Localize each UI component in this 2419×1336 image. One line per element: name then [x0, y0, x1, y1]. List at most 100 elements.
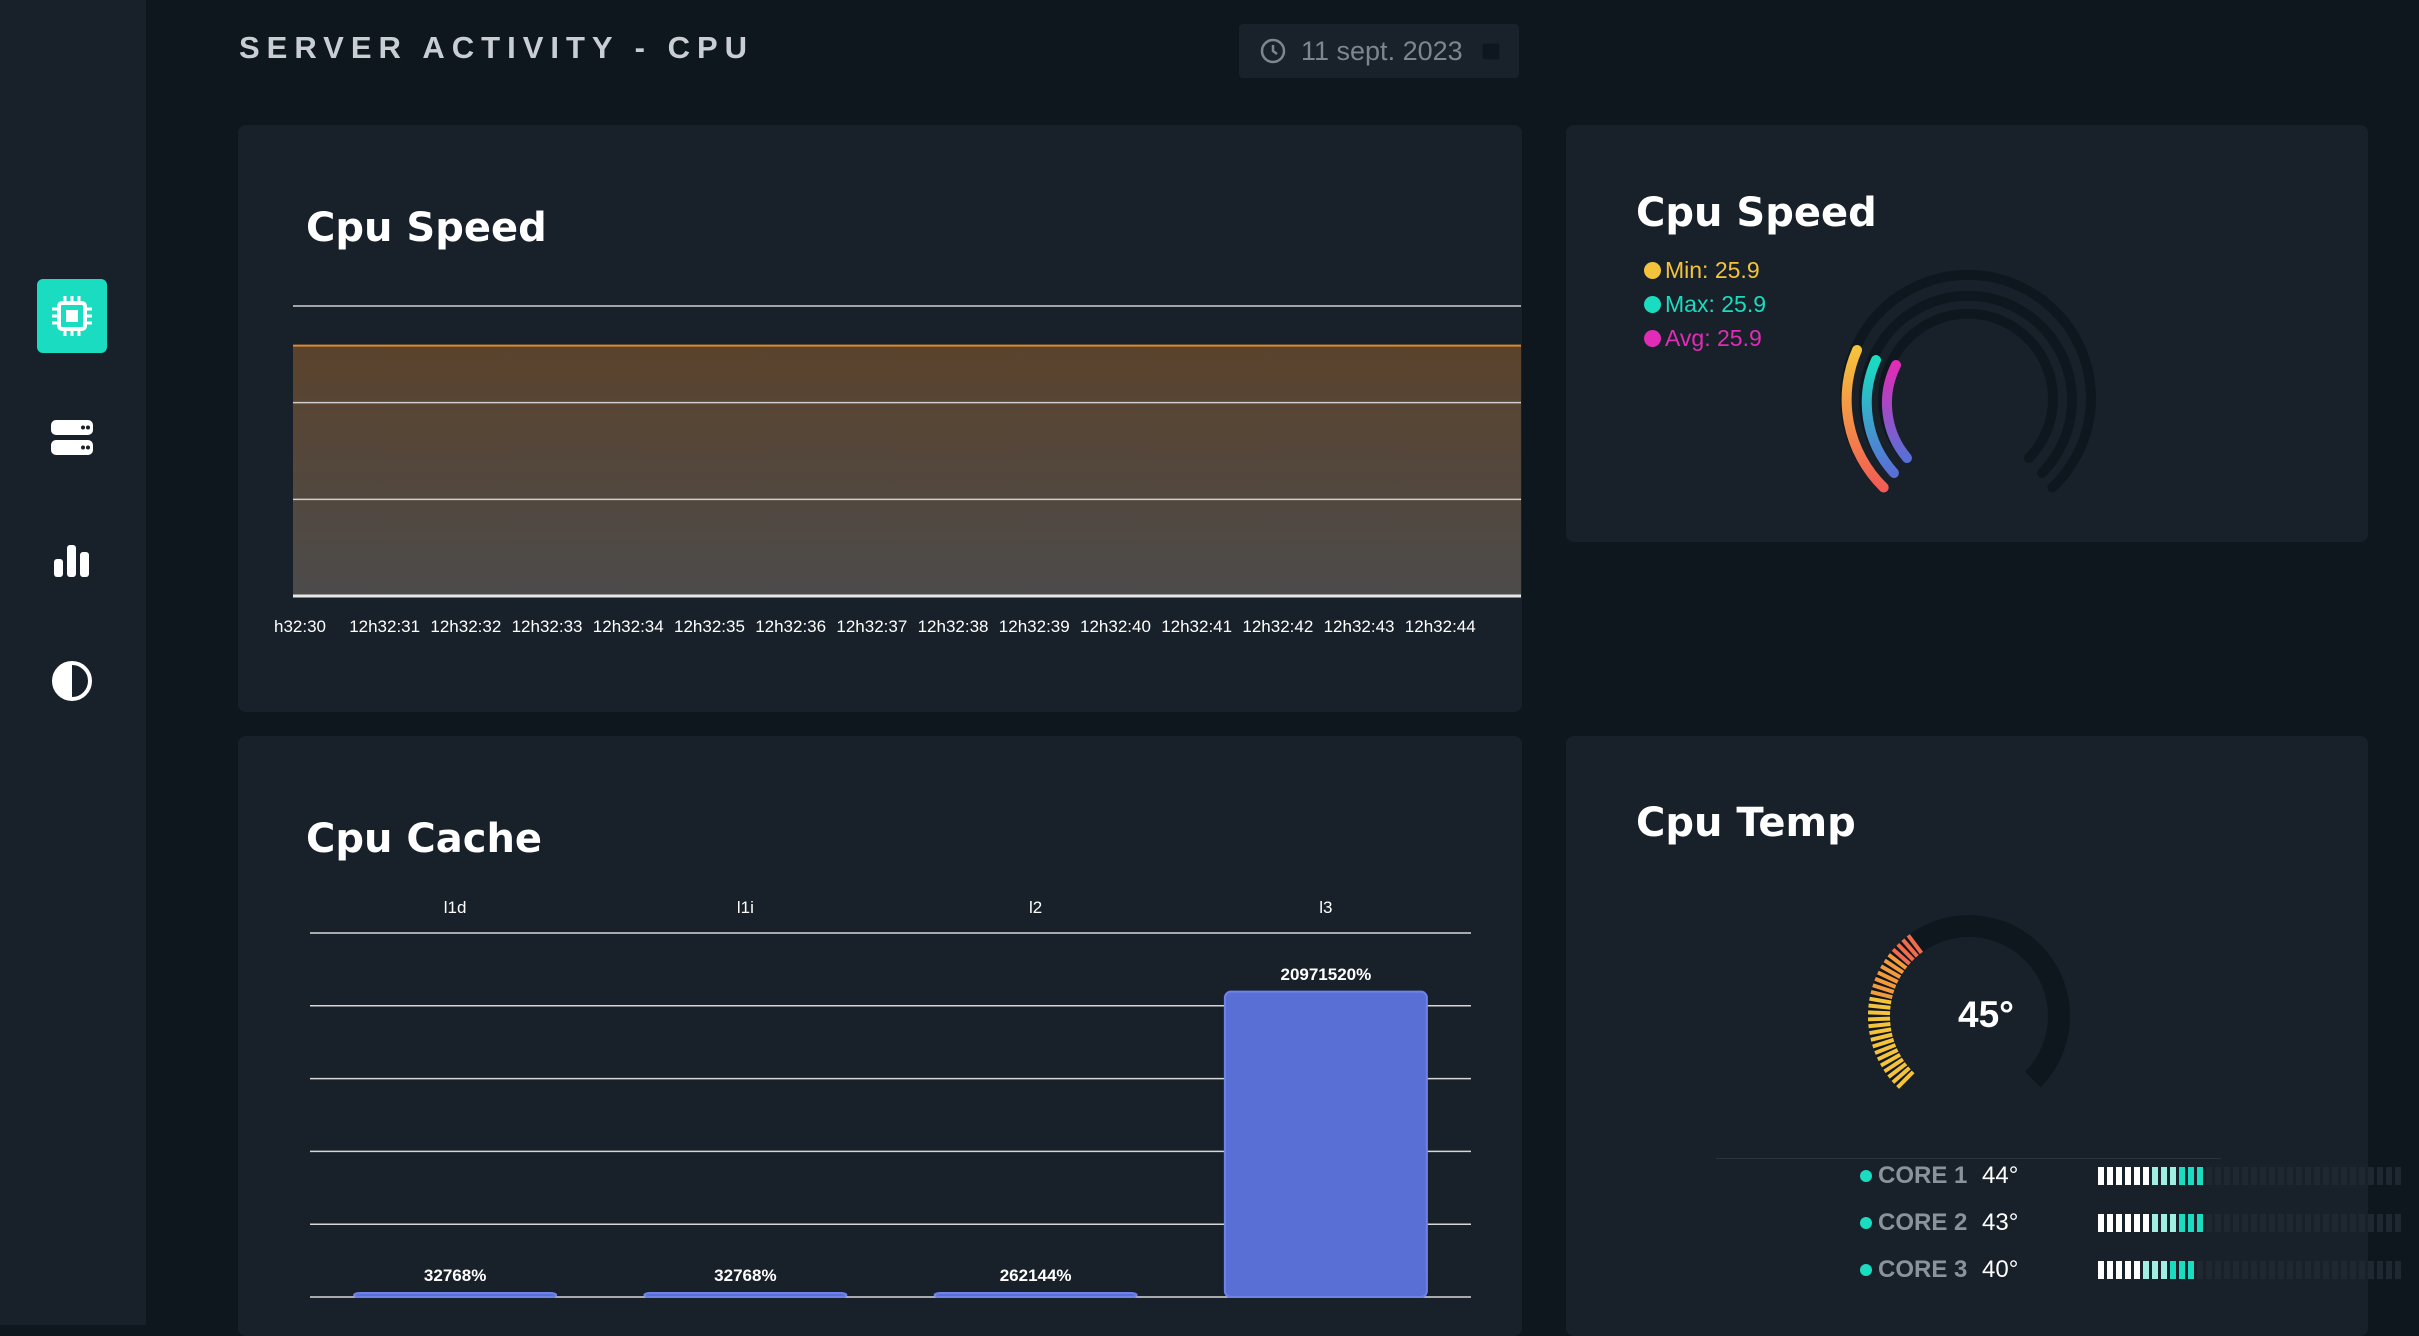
core-level-segment — [2242, 1261, 2248, 1279]
core-status-dot — [1860, 1170, 1872, 1182]
core-level-segment — [2368, 1261, 2374, 1279]
core-level-bar — [2098, 1214, 2401, 1232]
core-name: CORE 1 — [1878, 1162, 1968, 1189]
cpu-temp-gauge — [1867, 915, 2070, 1089]
core-level-segment — [2368, 1214, 2374, 1232]
core-level-segment — [2161, 1214, 2167, 1232]
core-level-segment — [2161, 1261, 2167, 1279]
core-level-segment — [2116, 1167, 2122, 1185]
cpu-cache-chart-card: Cpu Cache l1d 32768% l1i 32768% l2 262144% l3 2… — [238, 736, 1522, 1336]
core-level-segment — [2359, 1261, 2365, 1279]
core-level-segment — [2152, 1214, 2158, 1232]
page-title: SERVER ACTIVITY - CPU — [239, 30, 755, 65]
core-level-segment — [2359, 1214, 2365, 1232]
core-level-segment — [2278, 1167, 2284, 1185]
contrast-icon — [52, 661, 92, 701]
core-level-segment — [2323, 1167, 2329, 1185]
nav-stats-button[interactable] — [37, 522, 107, 596]
x-tick-label: 12h32:36 — [755, 617, 827, 636]
core-level-segment — [2395, 1214, 2401, 1232]
core-level-segment — [2143, 1167, 2149, 1185]
bar-category-label: l1i — [736, 898, 754, 917]
core-level-segment — [2197, 1167, 2203, 1185]
date-picker[interactable]: 11 sept. 2023 — [1239, 24, 1519, 78]
core-level-segment — [2125, 1261, 2131, 1279]
x-tick-label: 12h32:32 — [430, 617, 502, 636]
core-level-segment — [2332, 1261, 2338, 1279]
core-level-segment — [2233, 1167, 2239, 1185]
core-level-segment — [2098, 1261, 2104, 1279]
core-level-segment — [2215, 1167, 2221, 1185]
core-level-segment — [2107, 1167, 2113, 1185]
core-level-segment — [2251, 1214, 2257, 1232]
cache-bar — [643, 1292, 848, 1298]
core-level-segment — [2188, 1214, 2194, 1232]
cpu-temp-card: Cpu Temp 45° — [1566, 736, 2368, 1336]
core-level-segment — [2233, 1214, 2239, 1232]
core-level-segment — [2125, 1167, 2131, 1185]
cache-bar — [1223, 990, 1428, 1298]
gauge-track-inner — [1878, 308, 2058, 463]
core-level-segment — [2242, 1214, 2248, 1232]
temp-gauge-tick — [1867, 1016, 1891, 1022]
core-level-segment — [2116, 1214, 2122, 1232]
core-level-segment — [2188, 1261, 2194, 1279]
core-level-segment — [2377, 1167, 2383, 1185]
core-level-segment — [2341, 1167, 2347, 1185]
core-level-segment — [2368, 1167, 2374, 1185]
core-level-segment — [2278, 1261, 2284, 1279]
core-level-segment — [2296, 1214, 2302, 1232]
core-level-segment — [2179, 1214, 2185, 1232]
core-level-segment — [2287, 1167, 2293, 1185]
nav-theme-button[interactable] — [37, 644, 107, 718]
x-tick-label: 12h32:31 — [349, 617, 421, 636]
nav-cpu-button[interactable] — [37, 279, 107, 353]
core-status-dot — [1860, 1217, 1872, 1229]
calendar-icon[interactable] — [1481, 41, 1501, 61]
cpu-speed-chart-card: Cpu Speed h32:30 12h32:31 12h32:32 12h32:33… — [238, 125, 1522, 712]
core-level-segment — [2332, 1214, 2338, 1232]
nav-servers-button[interactable] — [37, 401, 107, 475]
core-level-segment — [2116, 1261, 2122, 1279]
core-level-segment — [2179, 1167, 2185, 1185]
core-level-segment — [2377, 1261, 2383, 1279]
core-level-segment — [2386, 1261, 2392, 1279]
x-tick-label: 12h32:40 — [1080, 617, 1151, 636]
main-content: SERVER ACTIVITY - CPU 11 sept. 2023 Cpu … — [146, 0, 2419, 1336]
core-level-segment — [2107, 1261, 2113, 1279]
bar-value-label: 262144% — [999, 1266, 1072, 1285]
core-level-segment — [2215, 1214, 2221, 1232]
x-tick-label: 12h32:43 — [1323, 617, 1395, 636]
core-level-segment — [2224, 1261, 2230, 1279]
cpu-temp-value: 45° — [1958, 994, 2014, 1035]
clock-icon — [1260, 38, 1286, 64]
x-tick-label: 12h32:37 — [836, 617, 908, 636]
bar-category-label: l3 — [1319, 898, 1333, 917]
bar-value-label: 20971520% — [1280, 964, 1372, 984]
core-level-segment — [2296, 1261, 2302, 1279]
core-level-segment — [2296, 1167, 2302, 1185]
core-level-segment — [2341, 1214, 2347, 1232]
core-level-segment — [2395, 1261, 2401, 1279]
core-name: CORE 2 — [1878, 1209, 1968, 1236]
date-value: 11 sept. 2023 — [1301, 35, 1463, 66]
core-level-segment — [2107, 1214, 2113, 1232]
core-row: CORE 2 43° — [1860, 1208, 2401, 1238]
bar-value-label: 32768% — [714, 1266, 777, 1285]
x-tick-label: 12h32:41 — [1161, 617, 1233, 636]
cache-bar — [933, 1292, 1138, 1298]
x-tick-label: h32:30 — [274, 617, 326, 636]
core-level-segment — [2377, 1214, 2383, 1232]
sidebar — [0, 0, 146, 1325]
core-level-segment — [2170, 1261, 2176, 1279]
core-level-segment — [2152, 1261, 2158, 1279]
core-name: CORE 3 — [1878, 1256, 1968, 1283]
core-level-segment — [2251, 1167, 2257, 1185]
cpu-speed-gauge-card: Cpu Speed Min: 25.9 Max: 25.9 Avg: 25.9 — [1566, 125, 2368, 542]
x-tick-label: 12h32:34 — [592, 617, 664, 636]
cache-bar — [353, 1292, 558, 1298]
core-level-segment — [2269, 1214, 2275, 1232]
x-tick-label: 12h32:35 — [674, 617, 745, 636]
core-level-segment — [2314, 1214, 2320, 1232]
core-temp: 43° — [1982, 1209, 2019, 1236]
